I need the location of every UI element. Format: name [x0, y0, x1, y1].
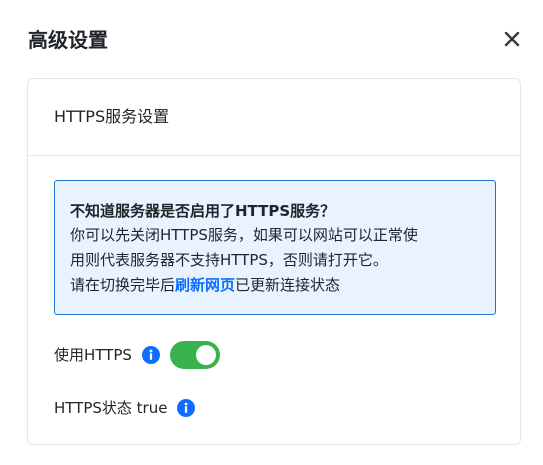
alert-line-1: 你可以先关闭HTTPS服务，如果可以网站可以正常使: [70, 226, 418, 244]
alert-line-2: 用则代表服务器不支持HTTPS，否则请打开它。: [70, 251, 388, 269]
use-https-toggle[interactable]: [169, 341, 220, 369]
alert-title: 不知道服务器是否启用了HTTPS服务？: [70, 202, 336, 220]
card-header: HTTPS服务设置: [28, 79, 520, 156]
advanced-settings-dialog: 高级设置 HTTPS服务设置 不知道服务器是否启用了HTTPS服务？ 你可以先关…: [0, 0, 543, 465]
close-icon: [504, 31, 520, 47]
close-button[interactable]: [500, 27, 524, 51]
info-icon[interactable]: [177, 399, 196, 417]
https-status-label: HTTPS状态 true: [54, 399, 168, 417]
refresh-page-link[interactable]: 刷新网页: [175, 276, 235, 294]
https-settings-card: HTTPS服务设置 不知道服务器是否启用了HTTPS服务？ 你可以先关闭HTTP…: [27, 78, 521, 445]
https-status-row: HTTPS状态 true: [54, 397, 196, 419]
info-icon[interactable]: [141, 346, 160, 364]
card-title: HTTPS服务设置: [54, 107, 170, 126]
use-https-label: 使用HTTPS: [54, 346, 132, 364]
alert-line-3-suffix: 已更新连接状态: [235, 276, 341, 294]
https-info-alert: 不知道服务器是否启用了HTTPS服务？ 你可以先关闭HTTPS服务，如果可以网站…: [54, 180, 496, 315]
alert-line-3: 请在切换完毕后刷新网页已更新连接状态: [70, 273, 480, 298]
dialog-title: 高级设置: [28, 28, 108, 52]
alert-line-3-prefix: 请在切换完毕后: [70, 276, 176, 294]
toggle-knob: [195, 345, 216, 365]
use-https-row: 使用HTTPS: [54, 341, 220, 369]
